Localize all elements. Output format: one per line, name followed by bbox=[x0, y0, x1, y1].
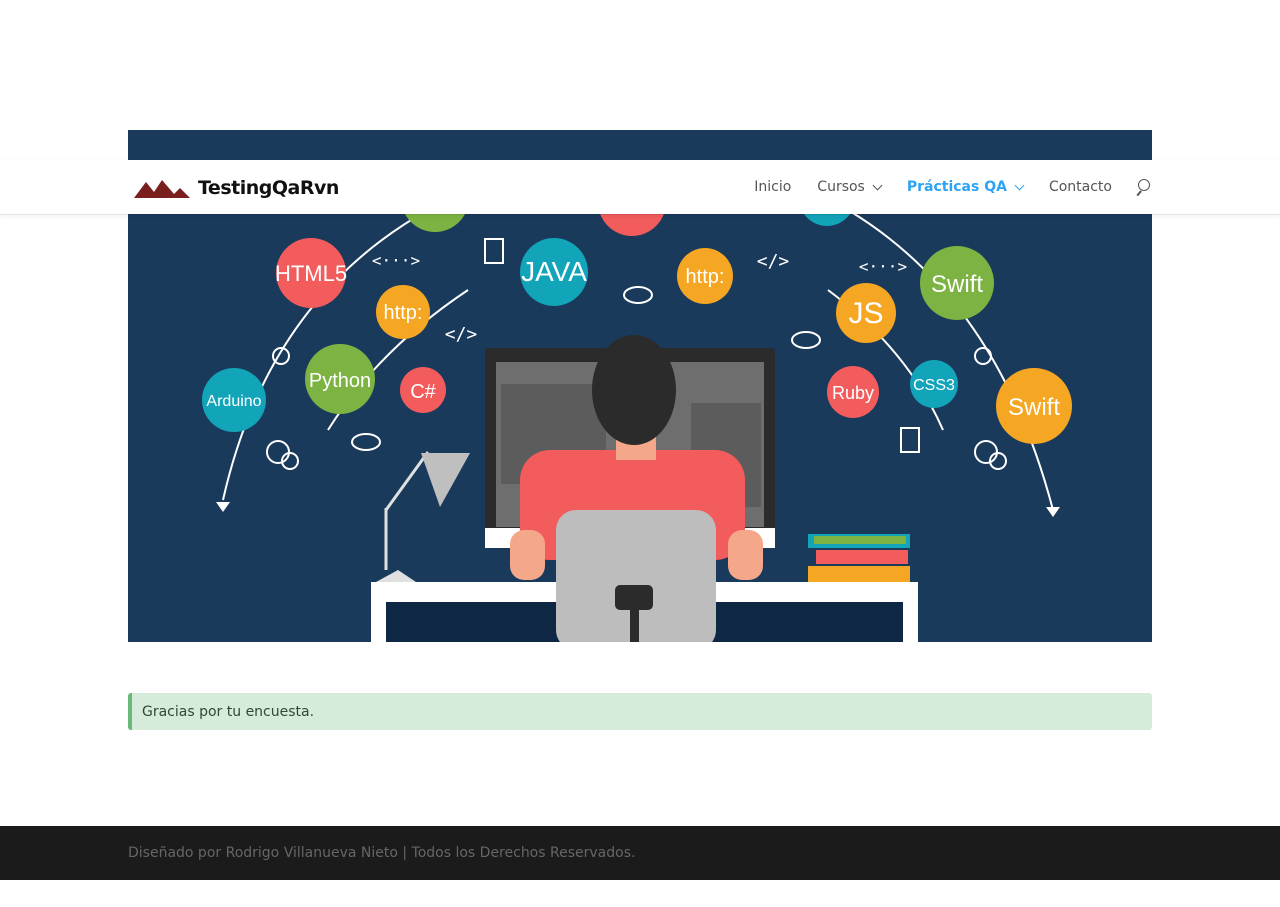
notice-text: Gracias por tu encuesta. bbox=[142, 703, 315, 720]
footer-credits: Diseñado por Rodrigo Villanueva Nieto | … bbox=[128, 845, 636, 861]
logo-text: TestingQaRvn bbox=[198, 177, 339, 199]
code-symbol: </> bbox=[445, 324, 478, 345]
nav-label: Contacto bbox=[1048, 179, 1112, 195]
nav-contacto[interactable]: Contacto bbox=[1049, 179, 1112, 195]
badge-label: Arduino bbox=[206, 393, 261, 410]
code-symbol: <···> bbox=[372, 251, 420, 270]
badge-label: http: bbox=[384, 302, 423, 324]
code-symbol: </> bbox=[757, 251, 790, 272]
nav-label: Inicio bbox=[754, 179, 792, 195]
nav-inicio[interactable]: Inicio bbox=[754, 179, 791, 195]
badge-label: CSS3 bbox=[913, 377, 955, 394]
badge-label: Swift bbox=[1008, 394, 1060, 421]
main-nav: Inicio Cursos Prácticas QA Contacto bbox=[728, 160, 1152, 214]
badge-label: JAVA bbox=[521, 256, 587, 287]
mountain-icon bbox=[134, 180, 190, 198]
search-icon[interactable] bbox=[1134, 178, 1152, 197]
chevron-down-icon bbox=[872, 180, 883, 190]
nav-cursos[interactable]: Cursos bbox=[817, 179, 883, 195]
nav-practicas-qa[interactable]: Prácticas QA bbox=[906, 179, 1025, 195]
badge-label: http: bbox=[686, 266, 725, 288]
badge-label: Ruby bbox=[832, 383, 874, 403]
nav-label: Cursos bbox=[817, 179, 865, 195]
site-footer: Diseñado por Rodrigo Villanueva Nieto | … bbox=[0, 826, 1280, 880]
logo[interactable]: TestingQaRvn bbox=[134, 174, 339, 202]
site-header: TestingQaRvn Inicio Cursos Prácticas QA … bbox=[0, 160, 1280, 214]
badge-label: HTML5 bbox=[275, 261, 347, 286]
badge-label: Swift bbox=[931, 271, 983, 298]
search-icon-handle bbox=[1136, 190, 1142, 197]
chevron-down-icon bbox=[1014, 180, 1025, 190]
badge-label: C# bbox=[410, 381, 436, 403]
nav-label: Prácticas QA bbox=[906, 179, 1007, 195]
code-symbol: <···> bbox=[859, 257, 907, 276]
success-notice: Gracias por tu encuesta. bbox=[128, 693, 1152, 730]
badge-label: Python bbox=[309, 370, 371, 392]
badge-label: JS bbox=[848, 297, 883, 330]
